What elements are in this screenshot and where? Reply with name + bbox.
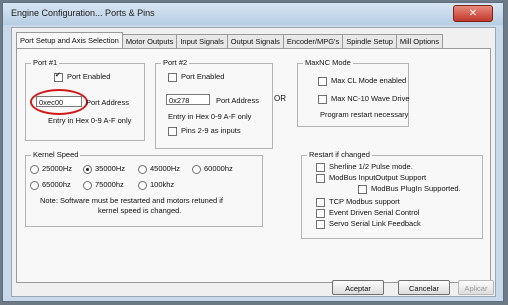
speed-radio-100k[interactable] xyxy=(138,180,147,190)
maxnc-cl-checkbox[interactable] xyxy=(318,76,327,86)
tab-mill-options[interactable]: Mill Options xyxy=(395,34,444,48)
modbus-plugin-checkbox[interactable] xyxy=(358,184,367,194)
window-title: Engine Configuration... Ports & Pins xyxy=(11,8,155,18)
speed-option-45000[interactable]: 45000Hz xyxy=(138,164,180,174)
speed-option-35000[interactable]: 35000Hz xyxy=(83,164,125,174)
speed-radio-75000[interactable] xyxy=(83,180,92,190)
cancel-button[interactable]: Cancelar xyxy=(398,280,450,295)
port2-pins-checkbox[interactable] xyxy=(168,126,177,136)
speed-radio-60000[interactable] xyxy=(192,164,201,174)
annotation-circle xyxy=(30,89,88,115)
servo-serial-checkbox[interactable] xyxy=(316,219,325,229)
kernel-note-line2: kernel speed is changed. xyxy=(98,206,182,215)
event-serial-row[interactable]: Event Driven Serial Control xyxy=(316,208,419,218)
port1-enabled-row[interactable]: Port Enabled xyxy=(54,71,111,82)
port1-group: Port #1 Port Enabled 0xec00 Port Address… xyxy=(25,58,145,141)
config-window: Engine Configuration... Ports & Pins ✕ P… xyxy=(2,2,504,302)
modbus-plugin-row[interactable]: ModBus PlugIn Supported. xyxy=(358,184,461,194)
maxnc-group-label: MaxNC Mode xyxy=(303,58,353,67)
accept-button[interactable]: Aceptar xyxy=(332,280,384,295)
port2-enabled-row[interactable]: Port Enabled xyxy=(168,72,224,82)
speed-label-25000: 25000Hz xyxy=(42,164,73,173)
port2-pins-row[interactable]: Pins 2-9 as inputs xyxy=(168,126,241,136)
speed-label-65000: 65000hz xyxy=(42,180,71,189)
tab-spindle-setup[interactable]: Spindle Setup xyxy=(342,34,397,48)
sherline-checkbox[interactable] xyxy=(316,162,325,172)
port2-hint: Entry in Hex 0-9 A-F only xyxy=(168,112,252,121)
maxnc-nc10-row[interactable]: Max NC-10 Wave Drive xyxy=(318,94,410,104)
tab-strip: Port Setup and Axis Selection Motor Outp… xyxy=(16,32,444,48)
speed-option-25000[interactable]: 25000Hz xyxy=(30,164,72,174)
servo-serial-label: Servo Serial Link Feedback xyxy=(329,219,421,228)
speed-label-60000: 60000hz xyxy=(204,164,233,173)
maxnc-restart-note: Program restart necessary xyxy=(320,110,409,119)
title-bar[interactable]: Engine Configuration... Ports & Pins ✕ xyxy=(3,3,503,25)
restart-group: Restart if changed Sherline 1/2 Pulse mo… xyxy=(301,150,483,239)
speed-radio-25000[interactable] xyxy=(30,164,39,174)
speed-radio-35000[interactable] xyxy=(83,164,92,174)
tab-port-setup[interactable]: Port Setup and Axis Selection xyxy=(16,32,123,48)
tcp-modbus-label: TCP Modbus support xyxy=(329,197,400,206)
maxnc-nc10-label: Max NC-10 Wave Drive xyxy=(331,94,410,103)
event-serial-label: Event Driven Serial Control xyxy=(329,208,420,217)
sherline-label: Sherline 1/2 Pulse mode. xyxy=(329,162,413,171)
modbus-checkbox[interactable] xyxy=(316,173,325,183)
kernel-note-line1: Note: Software must be restarted and mot… xyxy=(40,196,224,205)
modbus-row[interactable]: ModBus InputOutput Support xyxy=(316,173,426,183)
maxnc-group: MaxNC Mode Max CL Mode enabled Max NC-10… xyxy=(297,58,410,127)
modbus-plugin-label: ModBus PlugIn Supported. xyxy=(371,184,461,193)
speed-radio-65000[interactable] xyxy=(30,180,39,190)
speed-radio-45000[interactable] xyxy=(138,164,147,174)
speed-option-100k[interactable]: 100khz xyxy=(138,180,174,190)
port2-group: Port #2 Port Enabled 0x278 Port Address … xyxy=(155,58,273,149)
port-setup-pane: Port #1 Port Enabled 0xec00 Port Address… xyxy=(16,48,491,283)
port2-enabled-label: Port Enabled xyxy=(181,72,225,81)
speed-option-65000[interactable]: 65000hz xyxy=(30,180,71,190)
tcp-modbus-row[interactable]: TCP Modbus support xyxy=(316,197,400,207)
dialog-client: Port Setup and Axis Selection Motor Outp… xyxy=(11,27,496,297)
apply-button[interactable]: Aplicar xyxy=(458,280,494,295)
kernel-speed-group-label: Kernel Speed xyxy=(31,150,81,159)
speed-option-60000[interactable]: 60000hz xyxy=(192,164,233,174)
port2-group-label: Port #2 xyxy=(161,58,190,67)
event-serial-checkbox[interactable] xyxy=(316,208,325,218)
port2-address-input[interactable]: 0x278 xyxy=(166,94,210,105)
port1-enabled-checkbox[interactable] xyxy=(54,71,63,82)
tcp-modbus-checkbox[interactable] xyxy=(316,197,325,207)
speed-label-35000: 35000Hz xyxy=(95,164,126,173)
port1-group-label: Port #1 xyxy=(31,58,60,67)
port1-enabled-label: Port Enabled xyxy=(67,72,111,81)
speed-option-75000[interactable]: 75000hz xyxy=(83,180,124,190)
servo-serial-row[interactable]: Servo Serial Link Feedback xyxy=(316,219,421,229)
tab-output-signals[interactable]: Output Signals xyxy=(226,34,284,48)
maxnc-cl-label: Max CL Mode enabled xyxy=(331,76,407,85)
speed-label-75000: 75000hz xyxy=(95,180,124,189)
tab-motor-outputs[interactable]: Motor Outputs xyxy=(121,34,178,48)
maxnc-nc10-checkbox[interactable] xyxy=(318,94,327,104)
modbus-label: ModBus InputOutput Support xyxy=(329,173,427,182)
tab-encoder-mpgs[interactable]: Encoder/MPG's xyxy=(282,34,344,48)
speed-label-100k: 100khz xyxy=(150,180,175,189)
port2-pins-label: Pins 2-9 as inputs xyxy=(181,126,241,135)
tab-input-signals[interactable]: Input Signals xyxy=(176,34,228,48)
or-label: OR xyxy=(274,94,286,103)
sherline-row[interactable]: Sherline 1/2 Pulse mode. xyxy=(316,162,413,172)
restart-group-label: Restart if changed xyxy=(307,150,372,159)
close-button[interactable]: ✕ xyxy=(453,5,493,22)
port1-address-label: Port Address xyxy=(86,98,129,107)
kernel-speed-group: Kernel Speed 25000Hz 35000Hz 45000Hz 600… xyxy=(25,150,263,227)
port2-address-label: Port Address xyxy=(216,96,259,105)
port1-hint: Entry in Hex 0-9 A-F only xyxy=(48,116,132,125)
port2-enabled-checkbox[interactable] xyxy=(168,72,177,82)
speed-label-45000: 45000Hz xyxy=(150,164,181,173)
maxnc-cl-row[interactable]: Max CL Mode enabled xyxy=(318,76,406,86)
